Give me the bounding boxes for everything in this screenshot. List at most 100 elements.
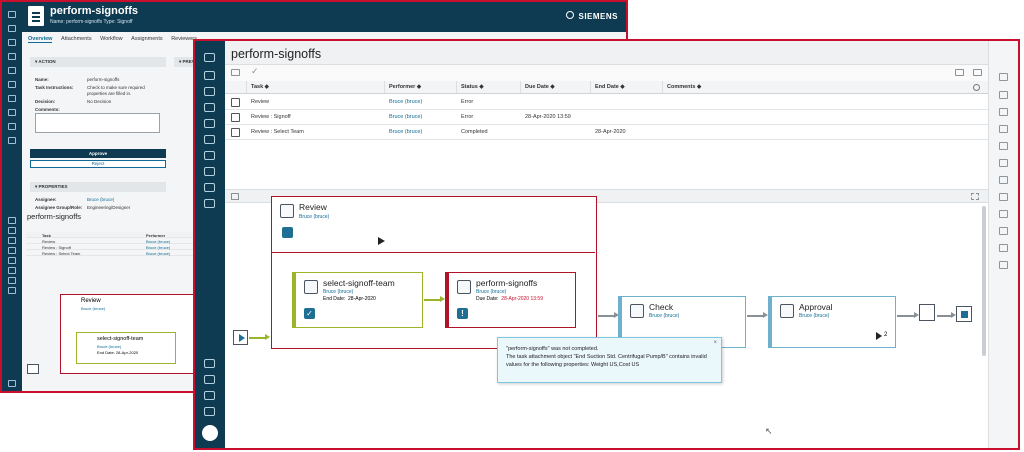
row-performer[interactable]: Bruce (bruce) xyxy=(389,99,422,105)
tab-assignments[interactable]: Assignments xyxy=(131,36,163,42)
select-team-node[interactable]: select-signoff-team Bruce (bruce) End Da… xyxy=(292,272,423,328)
play-icon[interactable] xyxy=(378,237,385,245)
open-external-icon[interactable] xyxy=(999,91,1008,99)
col-comments[interactable]: Comments ◆ xyxy=(663,81,988,94)
info-icon[interactable] xyxy=(999,73,1008,81)
copy-icon[interactable] xyxy=(999,125,1008,133)
report-icon[interactable] xyxy=(8,109,16,116)
perform-signoffs-node[interactable]: perform-signoffs Bruce (bruce) Due Date:… xyxy=(445,272,576,328)
approval-user[interactable]: Bruce (bruce) xyxy=(799,313,829,319)
avatar[interactable] xyxy=(202,425,218,441)
action-section-header[interactable]: ▾ ACTION xyxy=(30,57,166,67)
home-icon[interactable] xyxy=(8,11,16,18)
tab-overview[interactable]: Overview xyxy=(28,36,53,43)
table-row[interactable]: Review Bruce (bruce) Error xyxy=(225,95,988,110)
document-icon[interactable] xyxy=(999,142,1008,150)
export-icon[interactable] xyxy=(955,69,964,76)
view-icon[interactable] xyxy=(999,261,1008,269)
review-user[interactable]: Bruce (bruce) xyxy=(299,214,329,220)
search-icon[interactable] xyxy=(566,11,574,19)
add-icon[interactable] xyxy=(8,25,16,32)
notification-icon[interactable] xyxy=(204,391,215,400)
edit-icon[interactable] xyxy=(999,193,1008,201)
home-icon[interactable] xyxy=(204,53,215,62)
col-task[interactable]: Task ◆ xyxy=(247,81,385,94)
row-performer[interactable]: Bruce (bruce) xyxy=(389,129,422,135)
warning-icon[interactable] xyxy=(8,81,16,88)
save-icon[interactable] xyxy=(999,159,1008,167)
col-performer[interactable]: Performer ◆ xyxy=(385,81,457,94)
folder-icon[interactable] xyxy=(8,39,16,46)
start-icon[interactable] xyxy=(27,364,39,374)
add-icon[interactable] xyxy=(8,227,16,234)
document-icon[interactable] xyxy=(204,199,215,208)
filter-icon[interactable] xyxy=(8,217,16,224)
image-icon[interactable] xyxy=(8,95,16,102)
settings-icon[interactable] xyxy=(8,380,16,387)
stop-icon xyxy=(961,311,968,318)
fullscreen-icon[interactable] xyxy=(971,193,979,200)
approve-button[interactable]: Approve xyxy=(30,149,166,158)
table-row[interactable]: Review : Select Team Bruce (bruce) xyxy=(26,250,194,256)
perform-user[interactable]: Bruce (bruce) xyxy=(476,289,506,295)
table-row[interactable]: Review : Select Team Bruce (bruce) Compl… xyxy=(225,125,988,140)
back-review-user[interactable]: Bruce (bruce) xyxy=(81,306,105,311)
approval-node[interactable]: Approval Bruce (bruce) 2 xyxy=(768,296,896,348)
check-user[interactable]: Bruce (bruce) xyxy=(649,313,679,319)
save-icon[interactable] xyxy=(204,183,215,192)
row-performer[interactable]: Bruce (bruce) xyxy=(389,114,422,120)
share-icon[interactable] xyxy=(999,108,1008,116)
star-icon[interactable] xyxy=(8,247,16,254)
warning-icon[interactable] xyxy=(204,135,215,144)
report-icon[interactable] xyxy=(204,167,215,176)
workflow-view-icon[interactable] xyxy=(231,193,239,200)
col-end-date[interactable]: End Date ◆ xyxy=(591,81,663,94)
properties-section-header[interactable]: ▾ PROPERTIES xyxy=(30,182,166,192)
folder-icon[interactable] xyxy=(204,87,215,96)
tools-icon[interactable] xyxy=(999,210,1008,218)
copy-icon[interactable] xyxy=(973,69,982,76)
signature-node-icon[interactable] xyxy=(919,304,935,321)
back-team-node[interactable]: select-signoff-team Bruce (bruce) End Da… xyxy=(76,332,176,364)
tab-workflow[interactable]: Workflow xyxy=(100,36,123,42)
play-icon[interactable] xyxy=(876,332,882,340)
inbox-icon[interactable] xyxy=(204,119,215,128)
settings-icon[interactable] xyxy=(973,84,980,91)
canvas-scrollbar[interactable] xyxy=(982,206,986,356)
help-icon[interactable] xyxy=(204,407,215,416)
reject-button[interactable]: Reject xyxy=(30,160,166,168)
add-icon[interactable] xyxy=(999,176,1008,184)
report-icon[interactable] xyxy=(8,287,16,294)
warning-icon[interactable] xyxy=(8,267,16,274)
save-icon[interactable] xyxy=(8,123,16,130)
check-icon[interactable]: ✓ xyxy=(251,66,259,77)
settings-icon[interactable] xyxy=(204,375,215,384)
select-team-user[interactable]: Bruce (bruce) xyxy=(323,289,353,295)
back-review-node[interactable]: Review Bruce (bruce) select-signoff-team… xyxy=(60,294,195,374)
image-icon[interactable] xyxy=(204,151,215,160)
inbox-icon[interactable] xyxy=(8,67,16,74)
finish-node[interactable] xyxy=(956,306,972,322)
filter-icon[interactable] xyxy=(231,69,240,76)
row-performer[interactable]: Bruce (bruce) xyxy=(146,251,170,256)
col-due-date[interactable]: Due Date ◆ xyxy=(521,81,591,94)
star-icon[interactable] xyxy=(204,103,215,112)
table-row[interactable]: Review : Signoff Bruce (bruce) Error 28-… xyxy=(225,110,988,125)
comments-textarea[interactable] xyxy=(35,113,160,133)
review-node[interactable]: Review Bruce (bruce) select-signoff-team… xyxy=(271,196,597,349)
start-node[interactable] xyxy=(233,330,248,345)
close-icon[interactable]: × xyxy=(713,340,717,346)
connect-icon[interactable] xyxy=(999,227,1008,235)
chart-icon[interactable] xyxy=(204,359,215,368)
star-icon[interactable] xyxy=(8,53,16,60)
document-icon[interactable] xyxy=(8,137,16,144)
inbox-icon[interactable] xyxy=(8,257,16,264)
col-status[interactable]: Status ◆ xyxy=(457,81,521,94)
back-team-user[interactable]: Bruce (bruce) xyxy=(97,344,121,349)
link-icon[interactable] xyxy=(999,244,1008,252)
image-icon[interactable] xyxy=(8,277,16,284)
tab-attachments[interactable]: Attachments xyxy=(61,36,92,42)
workflow-canvas[interactable]: Review Bruce (bruce) select-signoff-team… xyxy=(225,196,988,448)
folder-icon[interactable] xyxy=(8,237,16,244)
add-icon[interactable] xyxy=(204,71,215,80)
